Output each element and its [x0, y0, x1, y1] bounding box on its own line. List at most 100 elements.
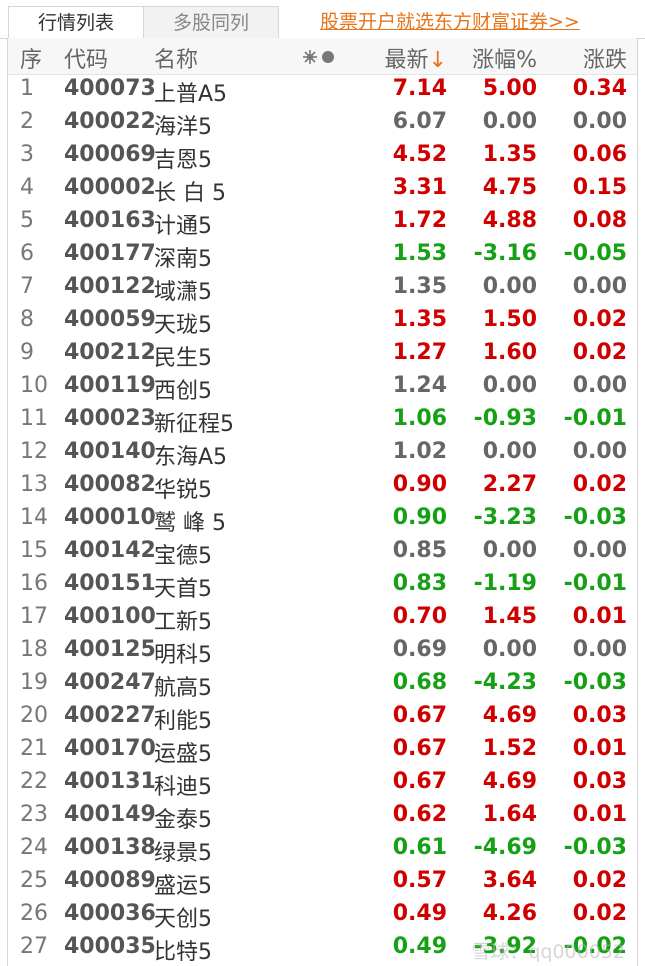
row-pct: -3.23 — [473, 505, 537, 530]
row-price: 0.69 — [392, 637, 447, 662]
row-price: 1.27 — [392, 340, 447, 365]
open-account-promo-link[interactable]: 股票开户就选东方财富证券>> — [320, 6, 580, 38]
header-price[interactable]: 最新↓ — [385, 42, 447, 74]
row-price: 1.35 — [392, 274, 447, 299]
row-pct: 4.69 — [482, 703, 537, 728]
row-code: 400163 — [64, 208, 156, 233]
row-code: 400022 — [64, 109, 156, 134]
table-row[interactable]: 5 400163 计通5 1.72 4.88 0.08 — [8, 206, 637, 239]
table-row[interactable]: 21 400170 运盛5 0.67 1.52 0.01 — [8, 734, 637, 767]
row-code: 400170 — [64, 736, 156, 761]
stock-table: 序 代码 名称 最新↓ 涨幅% 涨跌 1 400073 上普A5 7.14 5.00 0.… — [7, 38, 638, 966]
row-price: 0.85 — [392, 538, 447, 563]
table-row[interactable]: 18 400125 明科5 0.69 0.00 0.00 — [8, 635, 637, 668]
table-row[interactable]: 26 400036 天创5 0.49 4.26 0.02 — [8, 899, 637, 932]
header-name[interactable]: 名称 — [154, 42, 198, 74]
table-row[interactable]: 23 400149 金泰5 0.62 1.64 0.01 — [8, 800, 637, 833]
row-price: 0.62 — [392, 802, 447, 827]
row-code: 400073 — [64, 76, 156, 101]
header-price-label: 最新 — [384, 48, 429, 73]
header-seq[interactable]: 序 — [20, 42, 42, 74]
row-change: -0.03 — [563, 835, 627, 860]
row-price: 1.24 — [392, 373, 447, 398]
tab-multi-stock[interactable]: 多股同列 — [143, 6, 279, 38]
row-price: 4.52 — [392, 142, 447, 167]
row-seq: 19 — [20, 670, 48, 695]
row-seq: 21 — [20, 736, 48, 761]
table-row[interactable]: 11 400023 新征程5 1.06 -0.93 -0.01 — [8, 404, 637, 437]
table-row[interactable]: 1 400073 上普A5 7.14 5.00 0.34 — [8, 74, 637, 107]
row-name: 鹫 峰 5 — [154, 511, 226, 536]
row-change: 0.00 — [572, 373, 627, 398]
row-change: 0.02 — [572, 472, 627, 497]
table-row[interactable]: 6 400177 深南5 1.53 -3.16 -0.05 — [8, 239, 637, 272]
row-pct: 0.00 — [482, 637, 537, 662]
table-row[interactable]: 8 400059 天珑5 1.35 1.50 0.02 — [8, 305, 637, 338]
row-seq: 25 — [20, 868, 48, 893]
row-change: 0.02 — [572, 340, 627, 365]
row-seq: 3 — [20, 142, 34, 167]
table-row[interactable]: 9 400212 民生5 1.27 1.60 0.02 — [8, 338, 637, 371]
row-name: 航高5 — [154, 676, 212, 701]
row-seq: 24 — [20, 835, 48, 860]
row-change: 0.02 — [572, 307, 627, 332]
row-change: 0.00 — [572, 274, 627, 299]
row-pct: -1.19 — [473, 571, 537, 596]
table-row[interactable]: 12 400140 东海A5 1.02 0.00 0.00 — [8, 437, 637, 470]
table-row[interactable]: 17 400100 工新5 0.70 1.45 0.01 — [8, 602, 637, 635]
row-code: 400059 — [64, 307, 156, 332]
row-name: 华锐5 — [154, 478, 212, 503]
row-change: 0.08 — [572, 208, 627, 233]
row-seq: 27 — [20, 934, 48, 959]
row-code: 400002 — [64, 175, 156, 200]
table-row[interactable]: 22 400131 科迪5 0.67 4.69 0.03 — [8, 767, 637, 800]
row-price: 0.68 — [392, 670, 447, 695]
table-row[interactable]: 4 400002 长 白 5 3.31 4.75 0.15 — [8, 173, 637, 206]
row-name: 盛运5 — [154, 874, 212, 899]
table-row[interactable]: 13 400082 华锐5 0.90 2.27 0.02 — [8, 470, 637, 503]
row-change: 0.01 — [572, 604, 627, 629]
row-seq: 4 — [20, 175, 34, 200]
table-row[interactable]: 20 400227 利能5 0.67 4.69 0.03 — [8, 701, 637, 734]
table-row[interactable]: 25 400089 盛运5 0.57 3.64 0.02 — [8, 866, 637, 899]
row-name: 天首5 — [154, 577, 212, 602]
row-name: 利能5 — [154, 709, 212, 734]
row-code: 400140 — [64, 439, 156, 464]
row-name: 运盛5 — [154, 742, 212, 767]
row-seq: 1 — [20, 76, 34, 101]
row-seq: 26 — [20, 901, 48, 926]
row-pct: 1.64 — [482, 802, 537, 827]
header-code[interactable]: 代码 — [64, 42, 108, 74]
table-row[interactable]: 14 400010 鹫 峰 5 0.90 -3.23 -0.03 — [8, 503, 637, 536]
row-change: 0.06 — [572, 142, 627, 167]
row-price: 1.72 — [392, 208, 447, 233]
table-row[interactable]: 10 400119 西创5 1.24 0.00 0.00 — [8, 371, 637, 404]
table-row[interactable]: 24 400138 绿景5 0.61 -4.69 -0.03 — [8, 833, 637, 866]
row-pct: 1.52 — [482, 736, 537, 761]
row-change: 0.02 — [572, 868, 627, 893]
row-code: 400069 — [64, 142, 156, 167]
row-code: 400119 — [64, 373, 156, 398]
table-row[interactable]: 15 400142 宝德5 0.85 0.00 0.00 — [8, 536, 637, 569]
display-settings-icon[interactable] — [302, 48, 338, 66]
table-row[interactable]: 16 400151 天首5 0.83 -1.19 -0.01 — [8, 569, 637, 602]
row-seq: 9 — [20, 340, 34, 365]
table-row[interactable]: 7 400122 域潇5 1.35 0.00 0.00 — [8, 272, 637, 305]
header-change[interactable]: 涨跌 — [583, 42, 627, 74]
row-name: 金泰5 — [154, 808, 212, 833]
row-seq: 22 — [20, 769, 48, 794]
row-price: 0.83 — [392, 571, 447, 596]
table-row[interactable]: 3 400069 吉恩5 4.52 1.35 0.06 — [8, 140, 637, 173]
row-name: 宝德5 — [154, 544, 212, 569]
row-pct: 0.00 — [482, 109, 537, 134]
row-change: -0.03 — [563, 670, 627, 695]
table-row[interactable]: 19 400247 航高5 0.68 -4.23 -0.03 — [8, 668, 637, 701]
row-name: 明科5 — [154, 643, 212, 668]
tab-market-list[interactable]: 行情列表 — [8, 6, 144, 38]
row-name: 科迪5 — [154, 775, 212, 800]
row-name: 工新5 — [154, 610, 212, 635]
row-change: 0.00 — [572, 109, 627, 134]
row-seq: 10 — [20, 373, 48, 398]
table-row[interactable]: 2 400022 海洋5 6.07 0.00 0.00 — [8, 107, 637, 140]
header-pct[interactable]: 涨幅% — [472, 42, 537, 74]
